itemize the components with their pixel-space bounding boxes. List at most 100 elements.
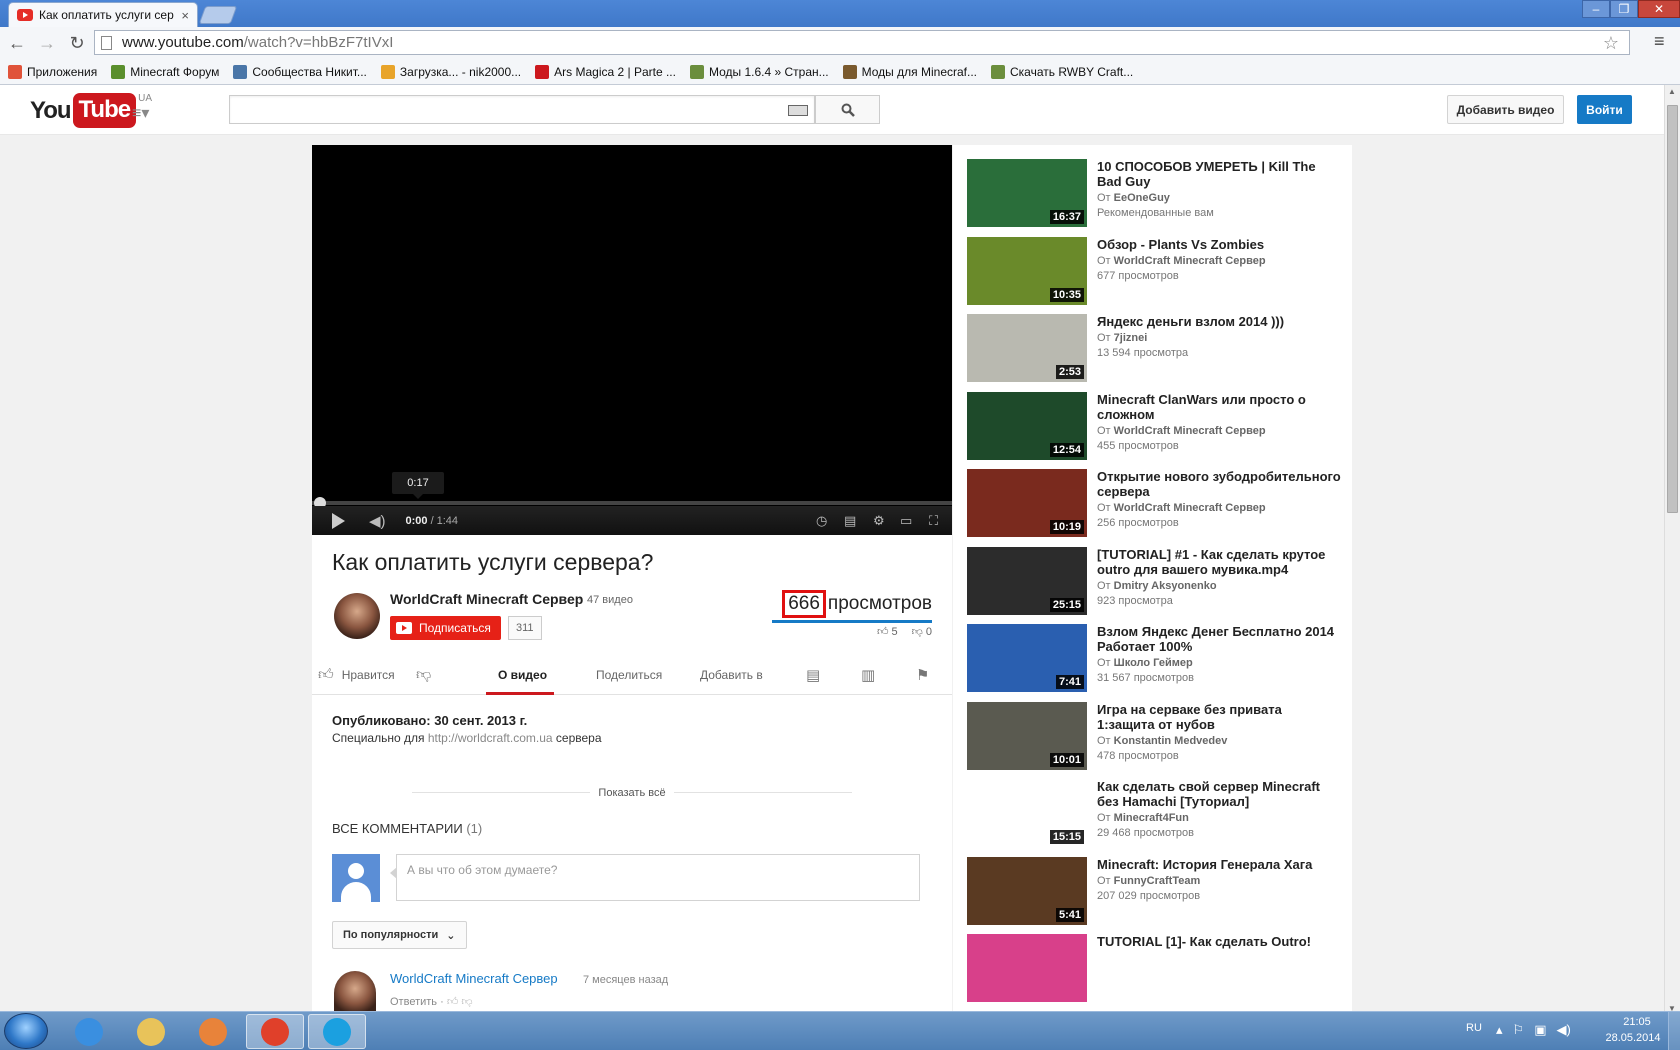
related-video-item[interactable]: TUTORIAL [1]- Как сделать Outro! <box>967 934 1347 1004</box>
flag-icon[interactable]: ⚐ <box>1513 1022 1525 1038</box>
related-video-title[interactable]: Яндекс деньги взлом 2014 ))) <box>1097 314 1342 329</box>
volume-icon[interactable]: ◀) <box>369 512 386 530</box>
upload-video-button[interactable]: Добавить видео <box>1447 95 1564 124</box>
related-video-title[interactable]: Как сделать свой сервер Minecraft без Ha… <box>1097 779 1342 809</box>
video-thumbnail[interactable]: 7:41 <box>967 624 1087 692</box>
window-minimize-button[interactable]: – <box>1582 0 1610 18</box>
video-thumbnail[interactable]: 15:15 <box>967 779 1087 847</box>
video-thumbnail[interactable] <box>967 934 1087 1002</box>
keyboard-icon[interactable] <box>788 105 808 116</box>
related-video-item[interactable]: 10:35 Обзор - Plants Vs Zombies От WorldCr… <box>967 237 1347 307</box>
comment-author-avatar[interactable] <box>334 971 376 1015</box>
scroll-up-arrow-icon[interactable]: ▲ <box>1668 87 1676 96</box>
related-video-item[interactable]: 16:37 10 СПОСОБОВ УМЕРЕТЬ | Kill The Bad … <box>967 159 1347 229</box>
related-video-item[interactable]: 7:41 Взлом Яндекс Денег Бесплатно 2014 Ра… <box>967 624 1347 694</box>
taskbar-app-explorer[interactable] <box>122 1014 180 1049</box>
related-video-item[interactable]: 12:54 Minecraft ClanWars или просто о сло… <box>967 392 1347 462</box>
related-video-item[interactable]: 5:41 Minecraft: История Генерала Хага От F… <box>967 857 1347 927</box>
scrollbar-thumb[interactable] <box>1667 105 1678 513</box>
show-more-button[interactable]: Показать всё <box>590 787 674 799</box>
page-scrollbar[interactable]: ▲ ▼ <box>1664 85 1680 1015</box>
start-button[interactable] <box>4 1013 48 1049</box>
video-thumbnail[interactable]: 10:35 <box>967 237 1087 305</box>
related-video-title[interactable]: 10 СПОСОБОВ УМЕРЕТЬ | Kill The Bad Guy <box>1097 159 1342 189</box>
bookmark-item[interactable]: Приложения <box>8 64 97 79</box>
comment-input[interactable]: А вы что об этом думаете? <box>390 854 920 901</box>
bookmark-item[interactable]: Сообщества Никит... <box>233 64 367 79</box>
bookmark-item[interactable]: Minecraft Форум <box>111 64 219 79</box>
bookmark-item[interactable]: Моды 1.6.4 » Стран... <box>689 64 829 79</box>
clock-time[interactable]: 21:05 <box>1612 1016 1662 1028</box>
bookmark-item[interactable]: Скачать RWBY Craft... <box>991 64 1133 79</box>
related-video-title[interactable]: Открытие нового зубодробительного сервер… <box>1097 469 1342 499</box>
related-video-title[interactable]: Игра на серваке без привата 1:защита от … <box>1097 702 1342 732</box>
thumbs-up-icon[interactable]: 👍︎ <box>447 996 459 1008</box>
related-video-title[interactable]: Взлом Яндекс Денег Бесплатно 2014 Работа… <box>1097 624 1342 654</box>
bookmark-item[interactable]: Ars Magica 2 | Parte ... <box>535 64 676 79</box>
video-thumbnail[interactable]: 16:37 <box>967 159 1087 227</box>
tray-expand-icon[interactable]: ▴ <box>1496 1022 1503 1038</box>
window-close-button[interactable]: ✕ <box>1638 0 1680 18</box>
back-arrow-icon[interactable]: ← <box>4 30 30 56</box>
clock-date[interactable]: 28.05.2014 <box>1600 1032 1666 1044</box>
tab-share[interactable]: Поделиться <box>596 655 662 695</box>
transcript-icon[interactable]: ▤ <box>806 655 820 695</box>
bookmark-item[interactable]: Моды для Minecraf... <box>842 64 977 79</box>
tab-add-to[interactable]: Добавить в <box>700 655 763 695</box>
channel-avatar[interactable] <box>334 593 380 639</box>
reload-icon[interactable]: ↻ <box>64 30 90 56</box>
play-icon[interactable] <box>332 512 345 529</box>
speaker-icon[interactable]: ◀) <box>1556 1022 1570 1038</box>
forward-arrow-icon[interactable]: → <box>34 30 60 56</box>
description-link[interactable]: http://worldcraft.com.ua <box>428 731 553 745</box>
captions-icon[interactable]: ▤ <box>844 513 856 529</box>
address-bar[interactable]: www.youtube.com/watch?v=hbBzF7tIVxI ☆ <box>94 30 1630 55</box>
settings-gear-icon[interactable]: ⚙ <box>873 513 885 529</box>
sort-comments-dropdown[interactable]: По популярности ⌄ <box>332 921 467 949</box>
window-maximize-button[interactable]: ❐ <box>1610 0 1638 18</box>
taskbar-app-media-player[interactable] <box>184 1014 242 1049</box>
like-button[interactable]: 👍︎ Нравится <box>318 655 395 695</box>
comment-author[interactable]: WorldCraft Minecraft Сервер <box>390 971 558 986</box>
related-video-item[interactable]: 25:15 [TUTORIAL] #1 - Как сделать крутое … <box>967 547 1347 617</box>
fullscreen-icon[interactable]: ⛶ <box>929 513 938 529</box>
taskbar-app-ie[interactable] <box>60 1014 118 1049</box>
network-icon[interactable]: ▣ <box>1534 1022 1546 1038</box>
theater-mode-icon[interactable]: ▭ <box>900 513 912 529</box>
new-tab-button[interactable] <box>198 6 238 24</box>
sign-in-button[interactable]: Войти <box>1577 95 1632 124</box>
related-video-item[interactable]: 10:19 Открытие нового зубодробительного с… <box>967 469 1347 539</box>
video-thumbnail[interactable]: 10:01 <box>967 702 1087 770</box>
taskbar-app-chrome[interactable] <box>246 1014 304 1049</box>
report-flag-icon[interactable]: ⚑ <box>916 655 929 695</box>
related-video-title[interactable]: Minecraft: История Генерала Хага <box>1097 857 1342 872</box>
video-thumbnail[interactable]: 25:15 <box>967 547 1087 615</box>
guide-menu-icon[interactable]: ≡▾ <box>132 103 149 123</box>
thumbs-down-icon[interactable]: 👎︎ <box>461 996 472 1008</box>
related-video-title[interactable]: [TUTORIAL] #1 - Как сделать крутое outro… <box>1097 547 1342 577</box>
watch-later-icon[interactable]: ◷ <box>816 513 827 529</box>
bookmark-star-icon[interactable]: ☆ <box>1603 33 1619 54</box>
video-player[interactable]: 0:17 ◀) 0:00 / 1:44 ◷ ▤ ⚙ ▭ ⛶ <box>312 145 952 535</box>
video-thumbnail[interactable]: 5:41 <box>967 857 1087 925</box>
reply-button[interactable]: Ответить <box>390 996 437 1008</box>
channel-video-count[interactable]: 47 видео <box>587 594 633 606</box>
taskbar-app-skype[interactable] <box>308 1014 366 1049</box>
video-thumbnail[interactable]: 2:53 <box>967 314 1087 382</box>
chrome-menu-icon[interactable]: ≡ <box>1654 31 1665 52</box>
related-video-title[interactable]: Minecraft ClanWars или просто о сложном <box>1097 392 1342 422</box>
progress-bar[interactable] <box>312 501 952 505</box>
tab-about[interactable]: О видео <box>498 655 547 695</box>
tab-close-icon[interactable]: × <box>181 8 189 23</box>
related-video-item[interactable]: 2:53 Яндекс деньги взлом 2014 ))) От 7jizn… <box>967 314 1347 384</box>
show-desktop-button[interactable] <box>1668 1012 1680 1050</box>
language-indicator[interactable]: RU <box>1466 1022 1482 1034</box>
statistics-icon[interactable]: ▥ <box>861 655 875 695</box>
related-video-title[interactable]: TUTORIAL [1]- Как сделать Outro! <box>1097 934 1342 949</box>
search-input[interactable] <box>229 95 815 124</box>
dislike-button[interactable]: 👎︎ <box>416 655 431 695</box>
related-video-item[interactable]: 10:01 Игра на серваке без привата 1:защит… <box>967 702 1347 772</box>
search-button[interactable] <box>815 95 880 124</box>
subscribe-button[interactable]: Подписаться <box>390 616 501 640</box>
related-video-title[interactable]: Обзор - Plants Vs Zombies <box>1097 237 1342 252</box>
